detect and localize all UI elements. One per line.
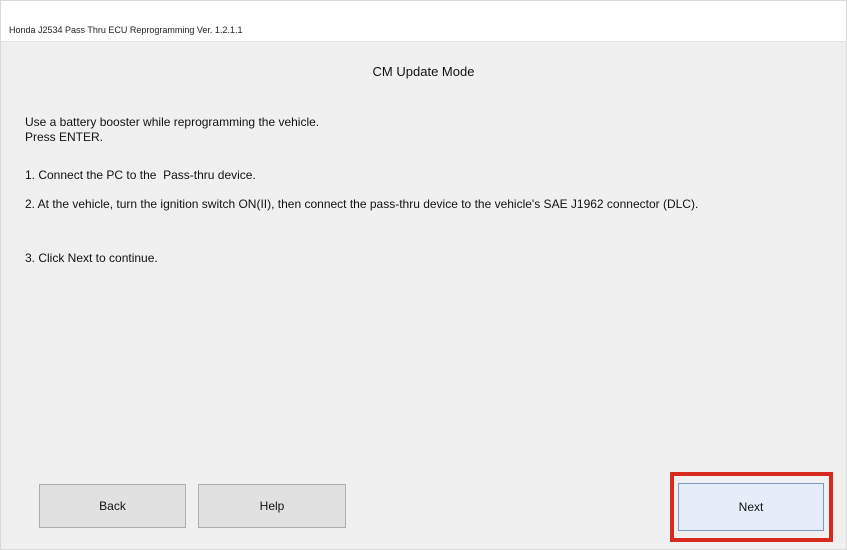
step-2-text: 2. At the vehicle, turn the ignition swi… [25,197,699,211]
app-window: Honda J2534 Pass Thru ECU Reprogramming … [0,0,847,550]
step-1-text: 1. Connect the PC to the Pass-thru devic… [25,168,256,182]
back-button[interactable]: Back [39,484,186,528]
battery-booster-text: Use a battery booster while reprogrammin… [25,115,320,129]
next-button[interactable]: Next [678,483,824,531]
window-title: Honda J2534 Pass Thru ECU Reprogramming … [9,25,243,35]
main-content: CM Update Mode Use a battery booster whi… [1,42,846,549]
page-title: CM Update Mode [372,64,475,79]
title-bar: Honda J2534 Pass Thru ECU Reprogramming … [1,1,846,42]
press-enter-text: Press ENTER. [25,130,104,144]
battery-booster-instruction: Use a battery booster while reprogrammin… [25,115,825,145]
step-3-text: 3. Click Next to continue. [25,251,158,265]
help-button[interactable]: Help [198,484,346,528]
